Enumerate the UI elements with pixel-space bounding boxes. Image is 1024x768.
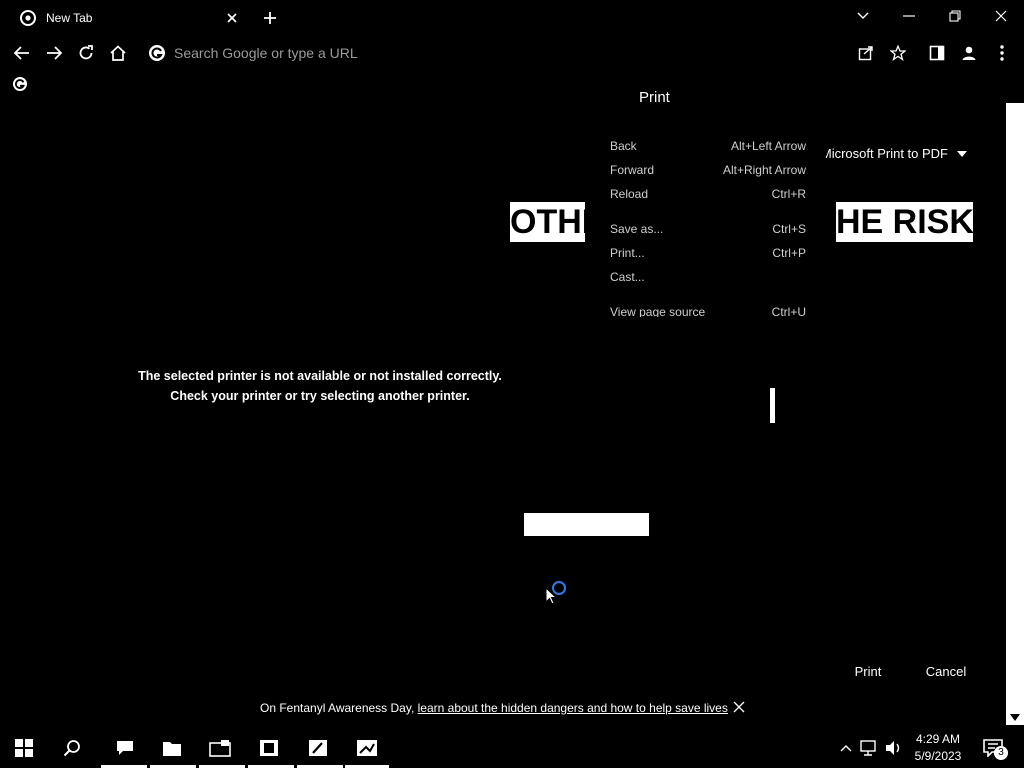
editor-app-icon[interactable]: [306, 736, 330, 760]
context-menu-item-back[interactable]: Back Alt+Left Arrow: [610, 135, 806, 157]
share-icon[interactable]: [853, 40, 879, 66]
google-icon: [148, 44, 166, 62]
taskbar-clock[interactable]: 4:29 AM 5/9/2023: [912, 731, 964, 765]
tab-search-chevron-icon[interactable]: [851, 4, 875, 28]
printer-error-line-2: Check your printer or try selecting anot…: [170, 389, 470, 403]
tab-strip: New Tab: [0, 0, 1024, 34]
address-bar[interactable]: [142, 39, 842, 67]
browser-toolbar: [0, 34, 1024, 72]
notice-close-icon[interactable]: [733, 701, 746, 714]
text-cursor-bar: [770, 388, 775, 423]
home-icon[interactable]: [105, 40, 131, 66]
tab-close-icon[interactable]: [222, 8, 242, 28]
clock-time: 4:29 AM: [915, 732, 961, 746]
notification-count-badge: 3: [994, 746, 1008, 760]
chrome-icon: [20, 10, 36, 26]
context-menu-item-reload[interactable]: Reload Ctrl+R: [610, 183, 806, 205]
context-menu-item-view-source[interactable]: View page source Ctrl+U: [610, 301, 806, 317]
reload-icon[interactable]: [73, 40, 99, 66]
context-menu-shortcut: Alt+Right Arrow: [722, 163, 806, 177]
printer-error-line-1: The selected printer is not available or…: [138, 369, 502, 383]
notice-text-wrapper: On Fentanyl Awareness Day, learn about t…: [260, 701, 728, 715]
search-icon[interactable]: [60, 736, 84, 760]
notice-text: On Fentanyl Awareness Day,: [260, 701, 418, 715]
print-dialog-title: Print: [639, 89, 670, 106]
context-menu-label: View page source: [610, 305, 706, 317]
bookmark-google-icon[interactable]: [12, 76, 28, 92]
clock-date: 5/9/2023: [914, 749, 962, 763]
dropdown-caret-icon[interactable]: [957, 149, 967, 159]
menu-kebab-icon[interactable]: [989, 40, 1015, 66]
preview-banner-left: OTHIN: [510, 202, 585, 242]
destination-value: Microsoft Print to PDF: [826, 146, 948, 161]
printer-error-message: The selected printer is not available or…: [100, 366, 540, 406]
context-menu-shortcut: Ctrl+P: [772, 246, 806, 260]
side-panel-icon[interactable]: [924, 40, 950, 66]
context-menu: Back Alt+Left Arrow Forward Alt+Right Ar…: [598, 135, 818, 317]
context-menu-item-print[interactable]: Print... Ctrl+P: [610, 242, 806, 264]
forward-arrow-icon[interactable]: [41, 40, 67, 66]
context-menu-shortcut: Ctrl+R: [771, 187, 806, 201]
network-icon[interactable]: [859, 736, 879, 760]
context-menu-label: Cast...: [610, 270, 645, 284]
context-menu-label: Reload: [610, 187, 649, 201]
notice-link[interactable]: learn about the hidden dangers and how t…: [418, 701, 728, 715]
tab-title: New Tab: [46, 11, 93, 25]
cancel-button[interactable]: Cancel: [920, 660, 972, 682]
preview-page-bar: [524, 513, 649, 536]
mouse-cursor-icon: [545, 587, 557, 605]
destination-select[interactable]: Microsoft Print to PDF: [826, 146, 948, 161]
preview-banner-right: HE RISK: [836, 202, 973, 242]
context-menu-label: Save as...: [610, 222, 664, 236]
back-arrow-icon[interactable]: [9, 40, 35, 66]
bookmark-star-icon[interactable]: [885, 40, 911, 66]
close-window-icon[interactable]: [989, 4, 1013, 28]
windows-start-icon[interactable]: [12, 736, 36, 760]
context-menu-item-save-as[interactable]: Save as... Ctrl+S: [610, 218, 806, 240]
tab-new-tab[interactable]: New Tab: [10, 4, 246, 32]
chat-icon[interactable]: [113, 736, 137, 760]
context-menu-shortcut: Alt+Left Arrow: [730, 139, 806, 153]
context-menu-shortcut: Ctrl+U: [771, 305, 806, 317]
minimize-icon[interactable]: [897, 4, 921, 28]
context-menu-item-cast[interactable]: Cast...: [610, 266, 806, 288]
photos-app-icon[interactable]: [355, 736, 379, 760]
context-menu-label: Forward: [610, 163, 655, 177]
sidebar-scrollbar[interactable]: [1006, 103, 1024, 725]
context-menu-label: Print...: [610, 246, 645, 260]
volume-icon[interactable]: [884, 736, 904, 760]
window-app-icon[interactable]: [257, 736, 281, 760]
new-tab-button[interactable]: [258, 6, 282, 30]
context-menu-shortcut: Ctrl+S: [772, 222, 806, 236]
context-menu-item-forward[interactable]: Forward Alt+Right Arrow: [610, 159, 806, 181]
scroll-down-arrow-icon[interactable]: [1010, 714, 1020, 722]
profile-icon[interactable]: [956, 40, 982, 66]
print-button[interactable]: Print: [845, 660, 891, 682]
omnibox-input[interactable]: [174, 45, 774, 61]
awareness-notice: On Fentanyl Awareness Day, learn about t…: [0, 698, 1006, 718]
restore-icon[interactable]: [943, 4, 967, 28]
taskbar: 4:29 AM 5/9/2023 3: [0, 728, 1024, 768]
show-hidden-icons-chevron-icon[interactable]: [838, 736, 854, 760]
store-icon[interactable]: [208, 736, 232, 760]
context-menu-label: Back: [610, 139, 637, 153]
file-explorer-icon[interactable]: [160, 736, 184, 760]
